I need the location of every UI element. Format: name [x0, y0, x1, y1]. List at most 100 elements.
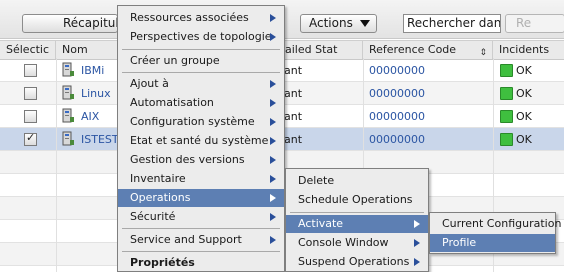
menu-item-label: Console Window: [298, 236, 389, 249]
detailed-status: ant: [284, 110, 303, 123]
column-header-reference-code[interactable]: Reference Code ⇕: [363, 41, 493, 59]
chevron-down-icon: [360, 20, 370, 27]
column-label: Nom: [62, 43, 88, 56]
detailed-status: ant: [284, 87, 303, 100]
menu-item-schedule-operations[interactable]: Schedule Operations: [286, 191, 428, 209]
row-checkbox[interactable]: [24, 87, 37, 100]
menu-item-properties[interactable]: Propriétés: [118, 254, 284, 272]
menu-item-label: Operations: [130, 191, 191, 204]
menu-item-operations[interactable]: Operations: [118, 189, 284, 207]
system-name-link[interactable]: IBMi: [81, 64, 104, 77]
row-checkbox[interactable]: [24, 64, 37, 77]
menu-separator: [122, 49, 280, 50]
menu-item-label: Profile: [442, 236, 477, 249]
menu-item-label: Configuration système: [130, 115, 255, 128]
column-label: Incidents: [499, 43, 550, 56]
menu-item-label: Etat et santé du système: [130, 134, 269, 147]
menu-item-topology[interactable]: Perspectives de topologie: [118, 28, 284, 46]
menu-item-profile[interactable]: Profile: [430, 234, 555, 252]
incident-status: OK: [516, 133, 532, 146]
actions-dropdown[interactable]: Actions: [300, 14, 377, 33]
reference-code-link[interactable]: 00000000: [369, 87, 425, 100]
incident-status: OK: [516, 87, 532, 100]
menu-item-label: Propriétés: [130, 256, 195, 269]
reference-code-link[interactable]: 00000000: [369, 110, 425, 123]
ok-status-icon: [500, 110, 513, 123]
ok-status-icon: [500, 87, 513, 100]
reset-button[interactable]: Re: [505, 14, 564, 33]
menu-item-activate[interactable]: Activate: [286, 215, 428, 233]
submenu-arrow-icon: [270, 156, 276, 164]
server-icon: [62, 85, 74, 100]
menu-item-add-to[interactable]: Ajout à: [118, 75, 284, 93]
menu-item-label: Schedule Operations: [298, 193, 413, 206]
menu-item-suspend-operations[interactable]: Suspend Operations: [286, 253, 428, 271]
menu-item-label: Perspectives de topologie: [130, 30, 272, 43]
system-name-link[interactable]: AIX: [81, 110, 99, 123]
menu-item-delete[interactable]: Delete: [286, 172, 428, 190]
column-header-selection[interactable]: Sélectic: [0, 41, 56, 59]
menu-item-system-health[interactable]: Etat et santé du système: [118, 132, 284, 150]
menu-item-label: Créer un groupe: [130, 54, 220, 67]
operations-submenu: Delete Schedule Operations Activate Cons…: [285, 168, 429, 272]
menu-separator: [122, 251, 280, 252]
menu-item-related-resources[interactable]: Ressources associées: [118, 9, 284, 27]
incident-status: OK: [516, 64, 532, 77]
menu-item-label: Gestion des versions: [130, 153, 245, 166]
submenu-arrow-icon: [270, 137, 276, 145]
menu-separator: [122, 72, 280, 73]
incident-status: OK: [516, 110, 532, 123]
menu-item-version-management[interactable]: Gestion des versions: [118, 151, 284, 169]
menu-item-label: Automatisation: [130, 96, 214, 109]
submenu-arrow-icon: [270, 194, 276, 202]
actions-label: Actions: [309, 16, 353, 30]
menu-separator: [290, 212, 424, 213]
menu-item-label: Delete: [298, 174, 335, 187]
menu-item-system-config[interactable]: Configuration système: [118, 113, 284, 131]
column-label: Sélectic: [6, 43, 50, 56]
menu-item-current-configuration[interactable]: Current Configuration: [430, 215, 561, 233]
server-icon: [62, 108, 74, 123]
ok-status-icon: [500, 133, 513, 146]
menu-item-label: Ajout à: [130, 77, 169, 90]
menu-separator: [122, 228, 280, 229]
reference-code-link[interactable]: 00000000: [369, 64, 425, 77]
menu-item-label: Current Configuration: [442, 217, 562, 230]
menu-item-label: Sécurité: [130, 210, 176, 223]
sort-icon: ⇕: [479, 48, 487, 58]
search-input[interactable]: Rechercher dans la ta: [403, 14, 501, 33]
submenu-arrow-icon: [270, 213, 276, 221]
context-menu: Ressources associées Perspectives de top…: [117, 5, 285, 272]
system-name-link[interactable]: Linux: [81, 87, 111, 100]
menu-item-label: Activate: [298, 217, 344, 230]
submenu-arrow-icon: [270, 33, 276, 41]
row-checkbox[interactable]: [24, 131, 37, 146]
menu-item-label: Service and Support: [130, 233, 242, 246]
menu-item-security[interactable]: Sécurité: [118, 208, 284, 226]
reference-code-link[interactable]: 00000000: [369, 133, 425, 146]
column-header-name[interactable]: Nom: [56, 41, 118, 59]
menu-item-label: Inventaire: [130, 172, 186, 185]
menu-item-label: Ressources associées: [130, 11, 249, 24]
column-header-incidents[interactable]: Incidents: [493, 41, 564, 59]
menu-item-inventory[interactable]: Inventaire: [118, 170, 284, 188]
submenu-arrow-icon: [270, 80, 276, 88]
server-icon: [62, 62, 74, 77]
detailed-status: ant: [284, 64, 303, 77]
summary-button[interactable]: Récapitula: [22, 14, 126, 33]
submenu-arrow-icon: [414, 239, 420, 247]
column-header-detailed-status[interactable]: ailed Stat: [284, 41, 363, 59]
row-checkbox[interactable]: [24, 110, 37, 123]
column-label: Reference Code: [369, 43, 457, 56]
system-name-link[interactable]: ISTEST: [81, 133, 119, 146]
submenu-arrow-icon: [414, 258, 420, 266]
menu-item-console-window[interactable]: Console Window: [286, 234, 428, 252]
menu-item-service-support[interactable]: Service and Support: [118, 231, 284, 249]
server-icon: [62, 131, 74, 146]
activate-submenu: Current Configuration Profile: [429, 212, 561, 254]
submenu-arrow-icon: [270, 236, 276, 244]
menu-item-automation[interactable]: Automatisation: [118, 94, 284, 112]
submenu-arrow-icon: [270, 118, 276, 126]
menu-item-create-group[interactable]: Créer un groupe: [118, 52, 284, 70]
column-label: ailed Stat: [285, 43, 338, 56]
